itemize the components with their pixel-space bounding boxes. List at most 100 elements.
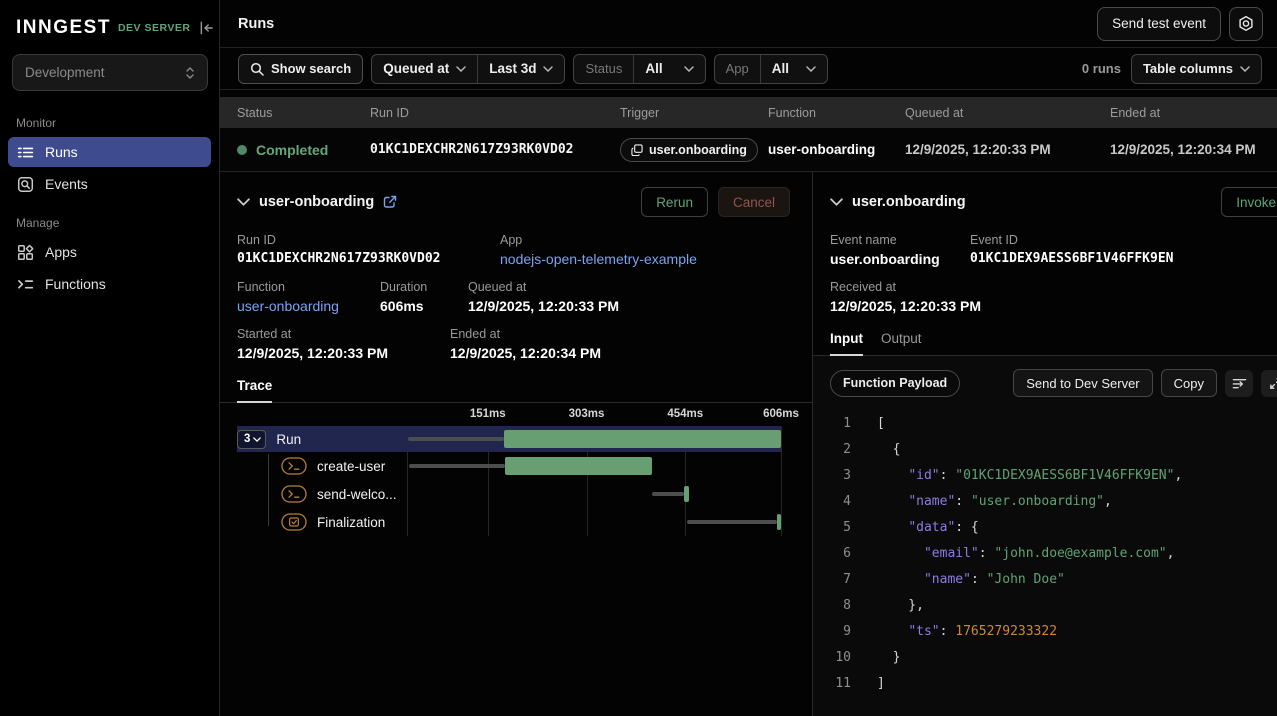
sidebar-item-events[interactable]: Events	[8, 169, 211, 199]
tab-output[interactable]: Output	[881, 331, 922, 355]
span-name: 3Run	[237, 430, 407, 449]
sidebar: INNGEST DEV SERVER Development MonitorRu…	[0, 0, 220, 716]
code-text: {	[851, 437, 900, 463]
run-detail-fields: Run ID01KC1DEXCHR2N617Z93RK0VD02Appnodej…	[220, 227, 812, 374]
rerun-button[interactable]: Rerun	[641, 187, 708, 217]
tab-trace[interactable]: Trace	[237, 378, 272, 402]
line-number: 2	[813, 437, 851, 463]
filter-bar: Show search Queued at Last 3d Status All	[220, 48, 1277, 90]
show-search-label: Show search	[271, 61, 351, 76]
field-value: 01KC1DEX9AESS6BF1V46FFK9EN	[970, 251, 1260, 266]
runs-table-header: Status Run ID Trigger Function Queued at…	[220, 97, 1277, 128]
trace-indent-guide	[268, 454, 269, 526]
span-timeline	[407, 452, 781, 480]
field-value[interactable]: nodejs-open-telemetry-example	[500, 251, 795, 267]
trigger-event-pill[interactable]: user.onboarding	[620, 138, 758, 162]
timeline-tick-label: 303ms	[569, 408, 605, 420]
tab-input[interactable]: Input	[830, 331, 863, 355]
event-detail-pane: user.onboarding Invoke Event nameuser.on…	[813, 172, 1277, 716]
field-label: Duration	[380, 280, 468, 294]
trace-span-row-run[interactable]: 3Run	[237, 426, 781, 452]
status-filter-dropdown[interactable]: All	[634, 55, 704, 83]
line-number: 4	[813, 489, 851, 515]
field-label: Event ID	[970, 233, 1260, 247]
run-status-label: Completed	[256, 142, 328, 158]
send-test-event-button[interactable]: Send test event	[1097, 7, 1221, 41]
trace-span-row-send-welco-[interactable]: send-welco...	[237, 480, 781, 508]
collapse-event-detail-button[interactable]	[830, 198, 843, 206]
run-trigger-cell: user.onboarding	[620, 138, 768, 162]
sidebar-item-label: Apps	[45, 244, 77, 260]
sidebar-item-runs[interactable]: Runs	[8, 137, 211, 167]
field-value: 606ms	[380, 298, 468, 314]
field-label: Function	[237, 280, 380, 294]
field-value[interactable]: user-onboarding	[237, 298, 380, 314]
code-text: ]	[851, 671, 885, 697]
span-label: Finalization	[317, 515, 385, 530]
environment-select[interactable]: Development	[12, 54, 208, 91]
dev-server-badge: DEV SERVER	[118, 22, 191, 34]
time-filter-group: Queued at Last 3d	[371, 54, 565, 84]
code-line: 9 "ts": 1765279233322	[813, 619, 1277, 645]
trace-waterfall: 151ms303ms454ms606ms 3Run create-user send…	[220, 404, 812, 536]
runs-list-icon	[17, 144, 34, 161]
code-line: 11]	[813, 671, 1277, 697]
span-duration-bar	[684, 486, 688, 502]
span-name: create-user	[237, 457, 407, 475]
collapse-sidebar-button[interactable]	[197, 19, 216, 37]
external-link-icon[interactable]	[383, 195, 397, 209]
send-to-dev-server-button[interactable]: Send to Dev Server	[1013, 369, 1152, 397]
sidebar-header: INNGEST DEV SERVER	[0, 0, 219, 52]
field-started-at: Started at12/9/2025, 12:20:33 PM	[237, 327, 450, 361]
code-text: [	[851, 411, 885, 437]
sidebar-item-functions[interactable]: Functions	[8, 269, 211, 299]
word-wrap-button[interactable]	[1225, 370, 1253, 397]
field-label: Queued at	[468, 280, 795, 294]
run-table-row[interactable]: Completed 01KC1DEXCHR2N617Z93RK0VD02 use…	[220, 128, 1277, 172]
column-header-trigger: Trigger	[620, 106, 768, 120]
step-run-icon	[281, 457, 307, 475]
code-text: "name": "John Doe"	[851, 567, 1065, 593]
app-filter-value: All	[772, 61, 789, 76]
column-header-function: Function	[768, 106, 905, 120]
line-number: 1	[813, 411, 851, 437]
span-name: Finalization	[237, 513, 407, 531]
trace-expand-badge[interactable]: 3	[237, 430, 266, 449]
field-label: Ended at	[450, 327, 795, 341]
gear-icon	[1237, 15, 1255, 33]
field-ended-at: Ended at12/9/2025, 12:20:34 PM	[450, 327, 795, 361]
function-payload-pill[interactable]: Function Payload	[830, 370, 960, 397]
trace-span-row-create-user[interactable]: create-user	[237, 452, 781, 480]
payload-code-editor[interactable]: 1[2 {3 "id": "01KC1DEX9AESS6BF1V46FFK9EN…	[813, 407, 1277, 697]
column-header-queued-at: Queued at	[905, 106, 1110, 120]
sidebar-item-apps[interactable]: Apps	[8, 237, 211, 267]
column-header-status: Status	[237, 106, 370, 120]
collapse-sidebar-icon	[199, 21, 214, 35]
time-range-dropdown[interactable]: Last 3d	[478, 55, 564, 83]
status-filter-group: Status All	[573, 54, 705, 84]
span-label: create-user	[317, 459, 385, 474]
app-filter-dropdown[interactable]: All	[761, 55, 827, 83]
copy-button[interactable]: Copy	[1161, 369, 1217, 397]
table-columns-dropdown[interactable]: Table columns	[1131, 54, 1262, 84]
collapse-run-detail-button[interactable]	[237, 198, 250, 206]
word-wrap-icon	[1232, 377, 1247, 389]
event-trigger-icon	[631, 144, 643, 156]
trace-span-row-finalization[interactable]: Finalization	[237, 508, 781, 536]
field-label: Run ID	[237, 233, 500, 247]
invoke-button[interactable]: Invoke	[1221, 187, 1277, 217]
field-duration: Duration 606ms	[380, 280, 468, 314]
app-root: INNGEST DEV SERVER Development MonitorRu…	[0, 0, 1277, 716]
settings-button[interactable]	[1229, 7, 1263, 41]
time-field-dropdown[interactable]: Queued at	[372, 55, 477, 83]
column-header-ended-at: Ended at	[1110, 106, 1277, 120]
cancel-button[interactable]: Cancel	[718, 187, 790, 217]
line-number: 11	[813, 671, 851, 697]
gridline	[781, 426, 782, 536]
trace-timeline-ticks: 151ms303ms454ms606ms	[407, 404, 781, 426]
code-line: 7 "name": "John Doe"	[813, 567, 1277, 593]
code-line: 3 "id": "01KC1DEX9AESS6BF1V46FFK9EN",	[813, 463, 1277, 489]
expand-payload-button[interactable]	[1261, 370, 1277, 397]
line-number: 3	[813, 463, 851, 489]
show-search-button[interactable]: Show search	[238, 54, 363, 84]
